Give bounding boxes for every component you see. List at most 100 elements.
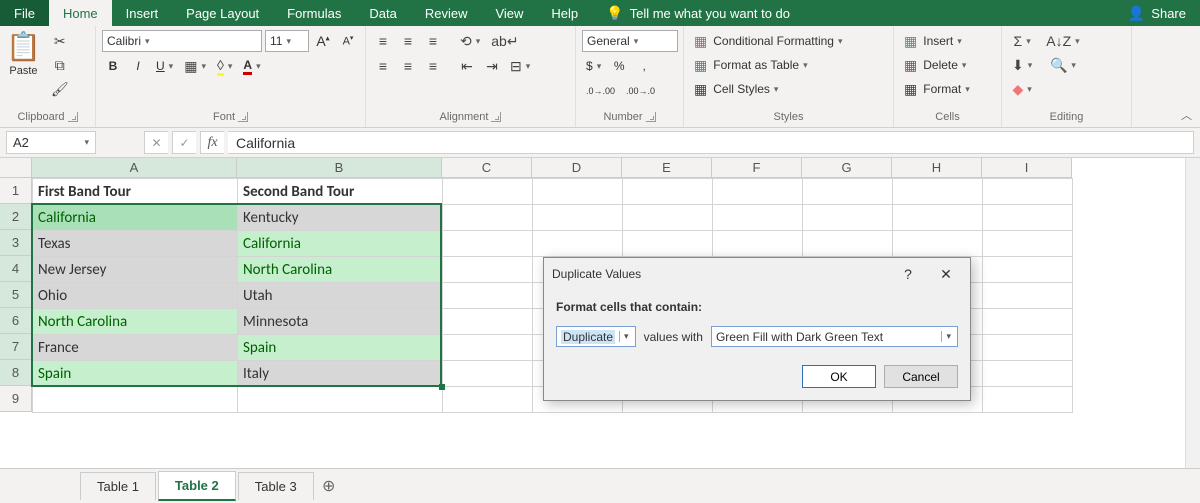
autosum-button[interactable]: Σ▾ xyxy=(1008,30,1036,52)
row-header-7[interactable]: 7 xyxy=(0,334,32,360)
cell-I1[interactable] xyxy=(983,179,1073,205)
insert-cells-button[interactable]: ▦Insert▾ xyxy=(900,30,996,52)
cell-A7[interactable]: France xyxy=(33,335,238,361)
cell-B2[interactable]: Kentucky xyxy=(238,205,443,231)
align-bottom-button[interactable]: ≡ xyxy=(422,30,444,52)
col-header-C[interactable]: C xyxy=(442,158,532,178)
cell-B6[interactable]: Minnesota xyxy=(238,309,443,335)
row-header-5[interactable]: 5 xyxy=(0,282,32,308)
decrease-indent-button[interactable]: ⇤ xyxy=(456,55,478,77)
clear-button[interactable]: ◆▾ xyxy=(1008,78,1036,100)
collapse-ribbon-button[interactable]: ︿ xyxy=(1181,107,1192,123)
copy-button[interactable]: ⧉ xyxy=(47,54,73,76)
fill-button[interactable]: ⬇▾ xyxy=(1008,54,1036,76)
italic-button[interactable]: I xyxy=(127,55,149,77)
dialog-close-button[interactable]: ✕ xyxy=(930,264,962,284)
col-header-H[interactable]: H xyxy=(892,158,982,178)
tab-home[interactable]: Home xyxy=(49,0,112,26)
duplicate-unique-select[interactable]: Duplicate ▾ xyxy=(556,326,636,347)
cut-button[interactable]: ✂ xyxy=(47,30,73,52)
decrease-decimal-button[interactable]: .00→.0 xyxy=(622,80,659,102)
tab-data[interactable]: Data xyxy=(355,0,410,26)
increase-decimal-button[interactable]: .0→.00 xyxy=(582,80,619,102)
borders-button[interactable]: ▦▾ xyxy=(180,55,210,77)
paste-icon[interactable]: 📋 xyxy=(6,30,41,63)
cell-G1[interactable] xyxy=(803,179,893,205)
fill-handle[interactable] xyxy=(439,384,445,390)
font-launcher[interactable] xyxy=(238,112,248,122)
cell-E1[interactable] xyxy=(623,179,713,205)
new-sheet-button[interactable]: ⊕ xyxy=(316,476,342,496)
format-as-table-button[interactable]: ▦Format as Table▾ xyxy=(690,54,886,76)
cancel-button[interactable]: Cancel xyxy=(884,365,958,388)
vertical-scrollbar[interactable] xyxy=(1185,158,1200,468)
tab-review[interactable]: Review xyxy=(411,0,482,26)
row-header-3[interactable]: 3 xyxy=(0,230,32,256)
number-launcher[interactable] xyxy=(646,112,656,122)
increase-font-button[interactable]: A▴ xyxy=(312,30,334,52)
align-center-button[interactable]: ≡ xyxy=(397,55,419,77)
tab-file[interactable]: File xyxy=(0,0,49,26)
row-header-2[interactable]: 2 xyxy=(0,204,32,230)
underline-button[interactable]: U▾ xyxy=(152,55,177,77)
find-select-button[interactable]: 🔍▾ xyxy=(1042,54,1083,76)
font-color-button[interactable]: A▾ xyxy=(239,55,264,77)
sheet-tab-1[interactable]: Table 1 xyxy=(80,472,156,500)
align-top-button[interactable]: ≡ xyxy=(372,30,394,52)
decrease-font-button[interactable]: A▾ xyxy=(337,30,359,52)
sheet-tab-2[interactable]: Table 2 xyxy=(158,471,236,501)
cell-A8[interactable]: Spain xyxy=(33,361,238,387)
cell-C1[interactable] xyxy=(443,179,533,205)
formula-input[interactable]: California xyxy=(228,131,1194,154)
cell-styles-button[interactable]: ▦Cell Styles▾ xyxy=(690,78,886,100)
alignment-launcher[interactable] xyxy=(491,112,501,122)
format-painter-button[interactable]: 🖌 xyxy=(47,78,73,100)
row-header-9[interactable]: 9 xyxy=(0,386,32,412)
cell-B3[interactable]: California xyxy=(238,231,443,257)
percent-button[interactable]: % xyxy=(608,55,630,77)
number-format-select[interactable]: General▾ xyxy=(582,30,678,52)
tab-help[interactable]: Help xyxy=(537,0,592,26)
name-box[interactable]: A2▾ xyxy=(6,131,96,154)
bold-button[interactable]: B xyxy=(102,55,124,77)
col-header-F[interactable]: F xyxy=(712,158,802,178)
cancel-formula-button[interactable]: ✕ xyxy=(144,131,168,154)
align-middle-button[interactable]: ≡ xyxy=(397,30,419,52)
col-header-E[interactable]: E xyxy=(622,158,712,178)
align-left-button[interactable]: ≡ xyxy=(372,55,394,77)
format-style-select[interactable]: Green Fill with Dark Green Text ▾ xyxy=(711,326,958,347)
share-button[interactable]: 👤 Share xyxy=(1114,0,1200,26)
cell-A3[interactable]: Texas xyxy=(33,231,238,257)
cell-B8[interactable]: Italy xyxy=(238,361,443,387)
row-header-6[interactable]: 6 xyxy=(0,308,32,334)
sheet-tab-3[interactable]: Table 3 xyxy=(238,472,314,500)
cell-B5[interactable]: Utah xyxy=(238,283,443,309)
conditional-formatting-button[interactable]: ▦Conditional Formatting▾ xyxy=(690,30,886,52)
cell-D1[interactable] xyxy=(533,179,623,205)
cell-H1[interactable] xyxy=(893,179,983,205)
paste-label[interactable]: Paste xyxy=(9,65,37,77)
row-header-1[interactable]: 1 xyxy=(0,178,32,204)
cell-A9[interactable] xyxy=(33,387,238,413)
cell-F1[interactable] xyxy=(713,179,803,205)
tab-view[interactable]: View xyxy=(481,0,537,26)
cell-A6[interactable]: North Carolina xyxy=(33,309,238,335)
row-header-8[interactable]: 8 xyxy=(0,360,32,386)
ok-button[interactable]: OK xyxy=(802,365,876,388)
tab-formulas[interactable]: Formulas xyxy=(273,0,355,26)
delete-cells-button[interactable]: ▦Delete▾ xyxy=(900,54,996,76)
col-header-G[interactable]: G xyxy=(802,158,892,178)
cell-A1[interactable]: First Band Tour xyxy=(33,179,238,205)
cell-A2[interactable]: California xyxy=(33,205,238,231)
format-cells-button[interactable]: ▦Format▾ xyxy=(900,78,996,100)
cell-C2[interactable] xyxy=(443,205,533,231)
accept-formula-button[interactable]: ✓ xyxy=(172,131,196,154)
col-header-I[interactable]: I xyxy=(982,158,1072,178)
tab-page-layout[interactable]: Page Layout xyxy=(172,0,273,26)
font-name-select[interactable]: Calibri▾ xyxy=(102,30,262,52)
sort-filter-button[interactable]: A↓Z▾ xyxy=(1042,30,1083,52)
row-header-4[interactable]: 4 xyxy=(0,256,32,282)
col-header-D[interactable]: D xyxy=(532,158,622,178)
cell-B9[interactable] xyxy=(238,387,443,413)
currency-button[interactable]: $▾ xyxy=(582,55,605,77)
